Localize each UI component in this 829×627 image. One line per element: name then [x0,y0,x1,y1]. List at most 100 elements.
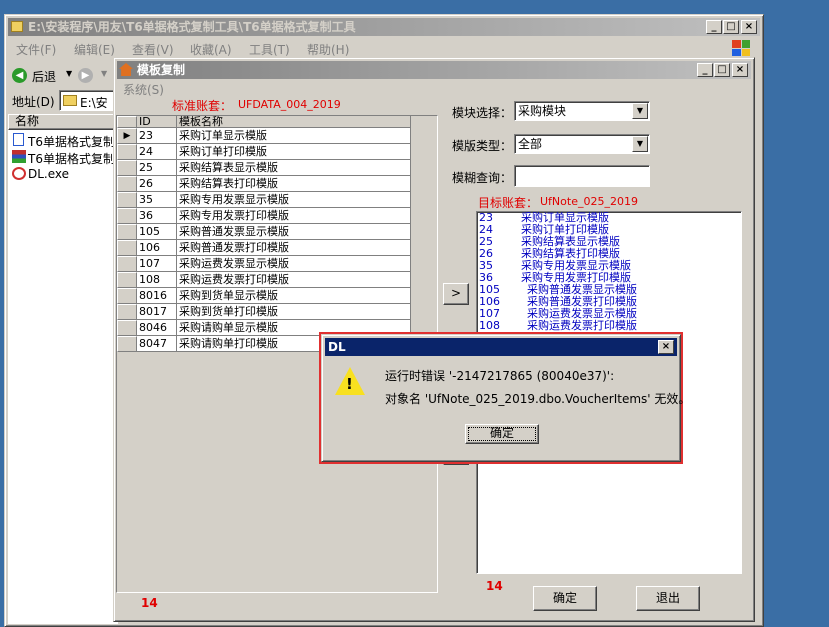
menu-system[interactable]: 系统(S) [123,81,164,98]
menu-file[interactable]: 文件(F) [16,41,56,58]
explorer-menubar: 文件(F) 编辑(E) 查看(V) 收藏(A) 工具(T) 帮助(H) [8,38,760,58]
minimize-button[interactable]: _ [706,20,722,34]
row-selector[interactable]: ▶ [117,128,137,144]
app-close-button[interactable]: × [732,63,748,77]
file-item[interactable]: T6单据格式复制 [12,132,118,149]
source-row[interactable]: 36 采购专用发票打印模版 [117,208,411,224]
cell-id[interactable]: 106 [137,240,177,256]
type-select[interactable]: 全部 ▼ [514,134,650,154]
row-selector[interactable] [117,272,137,288]
module-select[interactable]: 采购模块 ▼ [514,101,650,121]
windows-logo-icon [732,40,750,56]
menu-help[interactable]: 帮助(H) [307,41,349,58]
row-selector[interactable] [117,208,137,224]
cell-id[interactable]: 36 [137,208,177,224]
back-arrow-icon[interactable]: ◀ [12,68,27,83]
cell-id[interactable]: 107 [137,256,177,272]
cell-name[interactable]: 采购普通发票显示模版 [177,224,411,240]
row-selector[interactable] [117,256,137,272]
source-row[interactable]: 107 采购运费发票显示模版 [117,256,411,272]
exit-button[interactable]: 退出 [636,586,700,611]
file-list: 名称 T6单据格式复制 T6单据格式复制 DL.exe [8,114,118,624]
cell-name[interactable]: 采购普通发票打印模版 [177,240,411,256]
cell-id[interactable]: 8046 [137,320,177,336]
cell-id[interactable]: 105 [137,224,177,240]
row-selector[interactable] [117,288,137,304]
cell-id[interactable]: 23 [137,128,177,144]
cell-name[interactable]: 采购结算表打印模版 [177,176,411,192]
query-input[interactable] [514,165,650,187]
cell-id[interactable]: 108 [137,272,177,288]
menu-view[interactable]: 查看(V) [132,41,174,58]
chevron-down-icon[interactable]: ▼ [632,136,648,152]
source-row[interactable]: 24 采购订单打印模版 [117,144,411,160]
row-selector[interactable] [117,304,137,320]
dialog-ok-button[interactable]: 确定 [465,424,539,444]
grid-header-id[interactable]: ID [137,116,177,128]
source-row[interactable]: 35 采购专用发票显示模版 [117,192,411,208]
cell-id[interactable]: 25 [137,160,177,176]
forward-dropdown-icon[interactable]: ▼ [101,69,107,78]
dialog-title: DL [328,340,346,354]
cell-name[interactable]: 采购结算表显示模版 [177,160,411,176]
cell-id[interactable]: 24 [137,144,177,160]
dialog-close-button[interactable]: × [658,340,674,354]
source-row[interactable]: 25 采购结算表显示模版 [117,160,411,176]
menu-edit[interactable]: 编辑(E) [74,41,115,58]
row-selector[interactable] [117,240,137,256]
source-row[interactable]: 8017 采购到货单打印模版 [117,304,411,320]
source-row[interactable]: 8016 采购到货单显示模版 [117,288,411,304]
row-selector[interactable] [117,192,137,208]
menu-tools[interactable]: 工具(T) [249,41,290,58]
cell-name[interactable]: 采购运费发票显示模版 [177,256,411,272]
row-selector[interactable] [117,176,137,192]
close-button[interactable]: × [741,20,757,34]
copy-right-button[interactable]: > [443,283,469,305]
ok-button-label: 确定 [552,591,577,605]
back-button-label[interactable]: 后退 [32,68,56,85]
menu-favorites[interactable]: 收藏(A) [190,41,232,58]
file-item[interactable]: T6单据格式复制 [12,149,118,166]
cell-name[interactable]: 采购专用发票打印模版 [177,208,411,224]
dialog-message-line1: 运行时错误 '-2147217865 (80040e37)': [385,369,615,383]
row-selector[interactable] [117,144,137,160]
source-row[interactable]: 105 采购普通发票显示模版 [117,224,411,240]
cell-id[interactable]: 35 [137,192,177,208]
cell-name[interactable]: 采购到货单显示模版 [177,288,411,304]
ok-button[interactable]: 确定 [533,586,597,611]
error-dialog: DL × ! 运行时错误 '-2147217865 (80040e37)': 对… [321,334,690,462]
file-item[interactable]: DL.exe [12,166,118,182]
source-row[interactable]: ▶ 23 采购订单显示模版 [117,128,411,144]
source-row[interactable]: 106 采购普通发票打印模版 [117,240,411,256]
row-selector[interactable] [117,320,137,336]
chevron-down-icon[interactable]: ▼ [632,103,648,119]
row-selector[interactable] [117,336,137,352]
source-row[interactable]: 108 采购运费发票打印模版 [117,272,411,288]
cell-id[interactable]: 8016 [137,288,177,304]
cell-name[interactable]: 采购运费发票打印模版 [177,272,411,288]
address-value: E:\安 [80,96,108,110]
cell-id[interactable]: 26 [137,176,177,192]
cell-name[interactable]: 采购订单打印模版 [177,144,411,160]
column-name-label: 名称 [15,114,40,128]
forward-arrow-icon[interactable]: ▶ [78,68,93,83]
cell-name[interactable]: 采购订单显示模版 [177,128,411,144]
back-dropdown-icon[interactable]: ▼ [66,69,72,78]
cell-name[interactable]: 采购到货单打印模版 [177,304,411,320]
explorer-titlebar: E:\安装程序\用友\T6单据格式复制工具\T6单据格式复制工具 _ □ × [8,18,760,36]
app-maximize-button[interactable]: □ [714,63,730,77]
cell-id[interactable]: 8047 [137,336,177,352]
address-folder-icon [63,95,77,106]
source-row[interactable]: 26 采购结算表打印模版 [117,176,411,192]
cell-id[interactable]: 8017 [137,304,177,320]
dialog-ok-label: 确定 [489,426,514,440]
address-input[interactable]: E:\安 [59,90,119,111]
cell-name[interactable]: 采购专用发票显示模版 [177,192,411,208]
row-selector[interactable] [117,224,137,240]
grid-header-name[interactable]: 模板名称 [177,116,411,128]
target-list-item[interactable]: 108 采购运费发票打印模版 [479,320,637,332]
app-minimize-button[interactable]: _ [697,63,713,77]
column-header-name[interactable]: 名称 [8,114,116,130]
maximize-button[interactable]: □ [723,20,739,34]
row-selector[interactable] [117,160,137,176]
